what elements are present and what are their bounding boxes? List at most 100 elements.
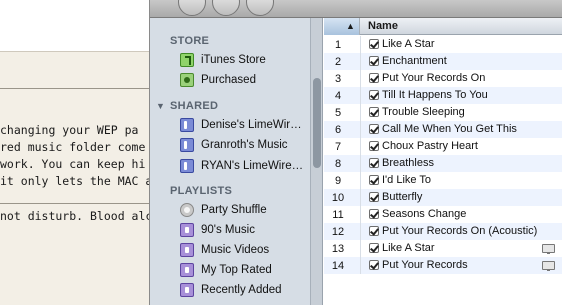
sidebar-item-label: RYAN's LimeWire… <box>201 160 304 172</box>
next-track-button[interactable] <box>246 0 274 16</box>
sidebar-item-label: Purchased <box>201 74 256 86</box>
track-row[interactable]: 8 Breathless <box>324 155 562 172</box>
track-checkbox[interactable] <box>369 90 379 100</box>
track-checkbox[interactable] <box>369 39 379 49</box>
track-checkbox[interactable] <box>369 141 379 151</box>
column-divider <box>360 223 361 240</box>
sidebar-item-90s-music[interactable]: 90's Music <box>180 221 320 239</box>
smart-playlist-icon <box>180 263 194 277</box>
sidebar-item-label: Denise's LimeWir… <box>201 119 302 131</box>
sidebar-item-music-videos[interactable]: Music Videos <box>180 241 320 259</box>
track-number: 10 <box>331 191 345 204</box>
source-list: STORE iTunes Store Purchased ▼ SHARED De… <box>150 18 323 305</box>
name-column-header[interactable]: Name <box>368 20 398 32</box>
horizontal-rule <box>0 203 149 204</box>
sidebar-item-itunes-store[interactable]: iTunes Store <box>180 51 320 69</box>
document-text-line: changing your WEP pa <box>0 123 139 137</box>
shared-library-icon <box>180 159 194 173</box>
column-divider <box>360 70 361 87</box>
sidebar-item-party-shuffle[interactable]: Party Shuffle <box>180 201 320 219</box>
track-row[interactable]: 13 Like A Star <box>324 240 562 257</box>
track-number: 2 <box>334 55 342 68</box>
sidebar-item-label: iTunes Store <box>201 54 266 66</box>
track-row[interactable]: 4 Till It Happens To You <box>324 87 562 104</box>
disclosure-triangle-icon[interactable]: ▼ <box>156 101 165 111</box>
sidebar-item-denises-limewire[interactable]: Denise's LimeWir… <box>180 116 320 134</box>
column-divider <box>360 206 361 223</box>
track-row[interactable]: 14 Put Your Records <box>324 257 562 274</box>
sidebar-item-label: My Top Rated <box>201 264 272 276</box>
track-number: 4 <box>334 89 342 102</box>
track-name: I'd Like To <box>382 174 431 186</box>
track-number: 12 <box>331 225 345 238</box>
column-divider <box>360 36 361 53</box>
purchased-icon <box>180 73 194 87</box>
track-name: Choux Pastry Heart <box>382 140 478 152</box>
track-number: 6 <box>334 123 342 136</box>
shared-section-heading: SHARED <box>170 100 219 112</box>
shared-library-icon <box>180 138 194 152</box>
document-text-line: red music folder come <box>0 140 146 154</box>
video-icon <box>542 244 555 254</box>
track-checkbox[interactable] <box>369 209 379 219</box>
sidebar-item-label: Music Videos <box>201 244 270 256</box>
track-checkbox[interactable] <box>369 56 379 66</box>
track-number: 13 <box>331 242 345 255</box>
sidebar-item-ryans-limewire[interactable]: RYAN's LimeWire… <box>180 157 320 175</box>
column-divider <box>360 104 361 121</box>
play-button[interactable] <box>212 0 240 16</box>
track-name: Like A Star <box>382 242 435 254</box>
track-name: Put Your Records <box>382 259 468 271</box>
track-number: 5 <box>334 106 342 119</box>
previous-track-button[interactable] <box>178 0 206 16</box>
track-checkbox[interactable] <box>369 243 379 253</box>
track-row[interactable]: 6 Call Me When You Get This <box>324 121 562 138</box>
track-checkbox[interactable] <box>369 226 379 236</box>
track-checkbox[interactable] <box>369 158 379 168</box>
smart-playlist-icon <box>180 243 194 257</box>
store-section-heading: STORE <box>170 35 210 47</box>
track-row[interactable]: 7 Choux Pastry Heart <box>324 138 562 155</box>
track-number-column-header[interactable]: ▲ <box>324 18 360 35</box>
track-row[interactable]: 9 I'd Like To <box>324 172 562 189</box>
video-icon <box>542 261 555 271</box>
track-checkbox[interactable] <box>369 192 379 202</box>
sidebar-item-purchased[interactable]: Purchased <box>180 71 320 89</box>
sidebar-item-my-top-rated[interactable]: My Top Rated <box>180 261 320 279</box>
track-row[interactable]: 1 Like A Star <box>324 36 562 53</box>
track-name: Butterfly <box>382 191 423 203</box>
sidebar-scrollbar[interactable] <box>310 18 322 305</box>
track-name: Put Your Records On <box>382 72 486 84</box>
shared-library-icon <box>180 118 194 132</box>
document-header-area <box>0 0 149 52</box>
party-shuffle-icon <box>180 203 194 217</box>
track-name: Put Your Records On (Acoustic) <box>382 225 538 237</box>
column-divider <box>360 87 361 104</box>
sidebar-item-label: Recently Added <box>201 284 282 296</box>
sidebar-item-recently-added[interactable]: Recently Added <box>180 281 320 299</box>
track-name: Seasons Change <box>382 208 467 220</box>
track-name: Till It Happens To You <box>382 89 488 101</box>
track-name: Call Me When You Get This <box>382 123 517 135</box>
track-checkbox[interactable] <box>369 260 379 270</box>
track-checkbox[interactable] <box>369 107 379 117</box>
track-list-header: ▲ Name <box>324 18 562 35</box>
scrollbar-thumb[interactable] <box>313 78 321 168</box>
track-checkbox[interactable] <box>369 73 379 83</box>
itunes-window: STORE iTunes Store Purchased ▼ SHARED De… <box>150 0 562 305</box>
track-name: Breathless <box>382 157 434 169</box>
horizontal-rule <box>0 88 149 89</box>
sidebar-item-granroths-music[interactable]: Granroth's Music <box>180 136 320 154</box>
track-row[interactable]: 12 Put Your Records On (Acoustic) <box>324 223 562 240</box>
document-text-line: it only lets the MAC a <box>0 174 150 188</box>
smart-playlist-icon <box>180 283 194 297</box>
track-row[interactable]: 3 Put Your Records On <box>324 70 562 87</box>
track-checkbox[interactable] <box>369 124 379 134</box>
track-number: 8 <box>334 157 342 170</box>
track-number: 3 <box>334 72 342 85</box>
track-row[interactable]: 10 Butterfly <box>324 189 562 206</box>
track-row[interactable]: 2 Enchantment <box>324 53 562 70</box>
track-checkbox[interactable] <box>369 175 379 185</box>
track-row[interactable]: 11 Seasons Change <box>324 206 562 223</box>
track-row[interactable]: 5 Trouble Sleeping <box>324 104 562 121</box>
